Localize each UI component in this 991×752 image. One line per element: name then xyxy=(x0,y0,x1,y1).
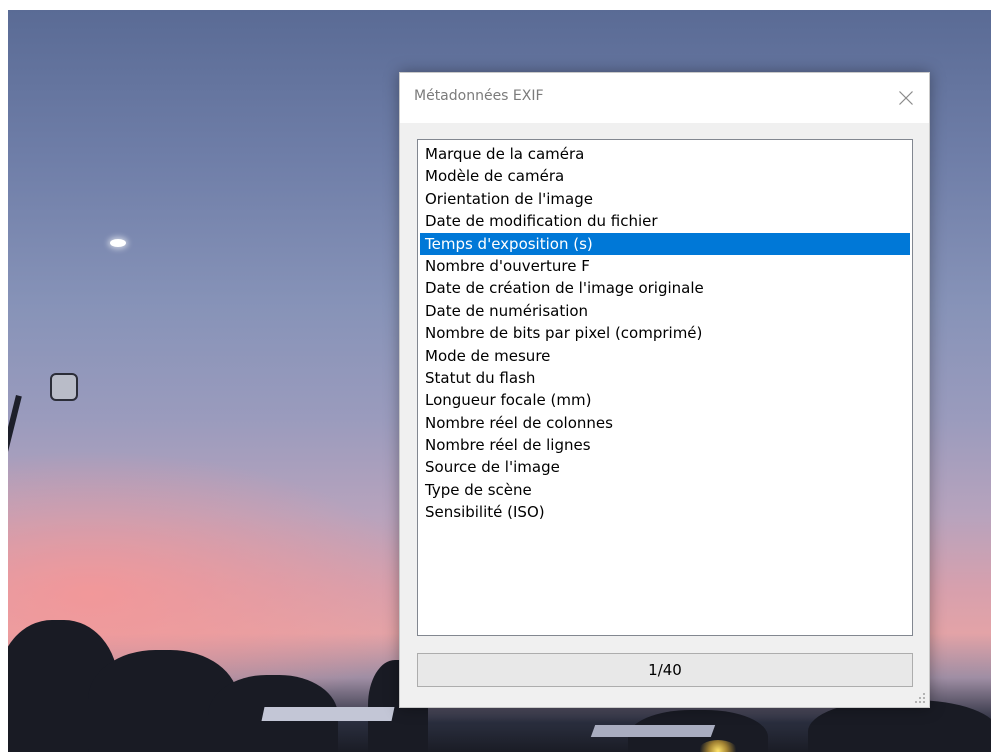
list-item[interactable]: Nombre d'ouverture F xyxy=(420,255,910,277)
list-item[interactable]: Sensibilité (ISO) xyxy=(420,501,910,523)
list-item[interactable]: Marque de la caméra xyxy=(420,143,910,165)
close-icon xyxy=(899,91,913,105)
exif-value-field: 1/40 xyxy=(417,653,913,687)
dialog-titlebar[interactable]: Métadonnées EXIF xyxy=(400,73,929,123)
list-item[interactable]: Statut du flash xyxy=(420,367,910,389)
list-item[interactable]: Type de scène xyxy=(420,479,910,501)
list-item[interactable]: Date de numérisation xyxy=(420,300,910,322)
list-item[interactable]: Source de l'image xyxy=(420,456,910,478)
resize-grip-icon[interactable] xyxy=(914,692,926,704)
list-item[interactable]: Nombre réel de lignes xyxy=(420,434,910,456)
building-roof xyxy=(261,707,395,721)
list-item[interactable]: Modèle de caméra xyxy=(420,165,910,187)
list-item[interactable]: Date de création de l'image originale xyxy=(420,277,910,299)
list-item[interactable]: Orientation de l'image xyxy=(420,188,910,210)
list-item[interactable]: Date de modification du fichier xyxy=(420,210,910,232)
list-item[interactable]: Nombre réel de colonnes xyxy=(420,412,910,434)
exif-metadata-dialog: Métadonnées EXIF Marque de la caméra Mod… xyxy=(399,72,930,708)
exif-field-list[interactable]: Marque de la caméra Modèle de caméra Ori… xyxy=(417,139,913,636)
moon xyxy=(110,239,126,247)
list-item-selected[interactable]: Temps d'exposition (s) xyxy=(420,232,910,255)
dialog-title: Métadonnées EXIF xyxy=(414,88,544,104)
list-item[interactable]: Mode de mesure xyxy=(420,345,910,367)
street-lamp xyxy=(50,373,78,401)
close-button[interactable] xyxy=(889,81,923,115)
list-item[interactable]: Nombre de bits par pixel (comprimé) xyxy=(420,322,910,344)
list-item[interactable]: Longueur focale (mm) xyxy=(420,389,910,411)
building-roof xyxy=(590,725,716,737)
